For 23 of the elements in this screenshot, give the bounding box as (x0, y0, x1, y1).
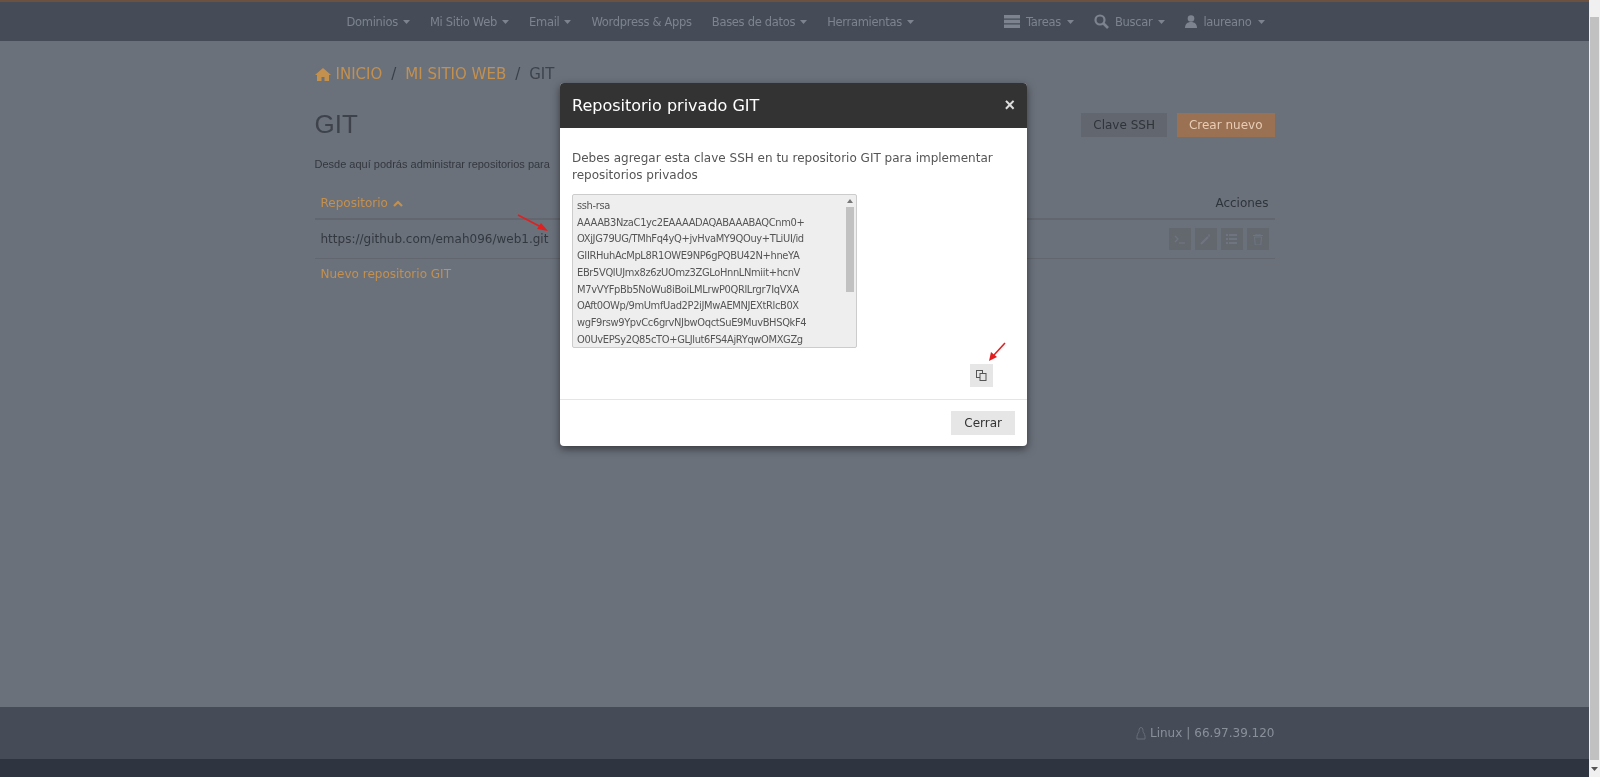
modal-title: Repositorio privado GIT (572, 96, 760, 115)
nav-menu-item[interactable]: Tareas (1004, 14, 1074, 29)
nav-menu-item[interactable]: Dominios (346, 14, 410, 29)
footer-separator: | (1186, 726, 1191, 740)
footer-ip: 66.97.39.120 (1194, 726, 1275, 740)
create-button[interactable]: Crear nuevo (1176, 112, 1275, 137)
breadcrumb-link[interactable]: INICIO (314, 65, 383, 83)
add-repository-link[interactable]: Nuevo repositorio GIT (320, 267, 451, 281)
breadcrumb-separator: / (515, 65, 521, 83)
nav-menu-item[interactable]: Herramientas (827, 14, 914, 29)
page-description: Desde aquí podrás administrar repositorios para (314, 158, 550, 170)
nav-menu-item[interactable]: laureano (1185, 14, 1265, 29)
nav-menu-item[interactable]: Buscar (1093, 14, 1166, 29)
modal-message: Debes agregar esta clave SSH en tu repositorio GIT para implementar repositorios privados (572, 150, 994, 184)
close-dialog-button[interactable]: Cerrar (951, 411, 1015, 435)
ssh-key-textarea[interactable]: ssh-rsa AAAAB3NzaC1yc2EAAAADAQABAAABAQCnm0+ OXjJG79UG/TMhFq4yQ+jvHvaMY9QOuy+TLiUI/id GIIRHuhAcMpL8R1OWE9NP6gPQBU42N+hneYA EBr5VQlUJmx8z6zUOmz3ZGLoHnnLNmiit+hcnV M7vVYFpBb5NoWu8iBoiLMLrwP0QRlLrgr7IqVXA OAft0OWp/9mUmfUad2P2iJMwAEMNJEXtRlcB0X wgF9rsw9YpvCc6grvNJbwOqctSuE9MuvBHSQkF4 O0UvEPSy2Q85cTO+GLJlut6FS4AjRYqwOMXGZg (572, 194, 857, 348)
breadcrumb-separator: / (391, 65, 397, 83)
close-button[interactable]: × (1004, 95, 1015, 116)
footer-text: Linux (1149, 726, 1183, 740)
nav-menu-item[interactable]: Email (529, 14, 572, 29)
breadcrumb-link[interactable]: MI SITIO WEB (405, 65, 507, 83)
nav-menu-item[interactable]: Bases de datos (711, 14, 808, 29)
nav-menu-item[interactable]: Wordpress & Apps (591, 14, 692, 29)
